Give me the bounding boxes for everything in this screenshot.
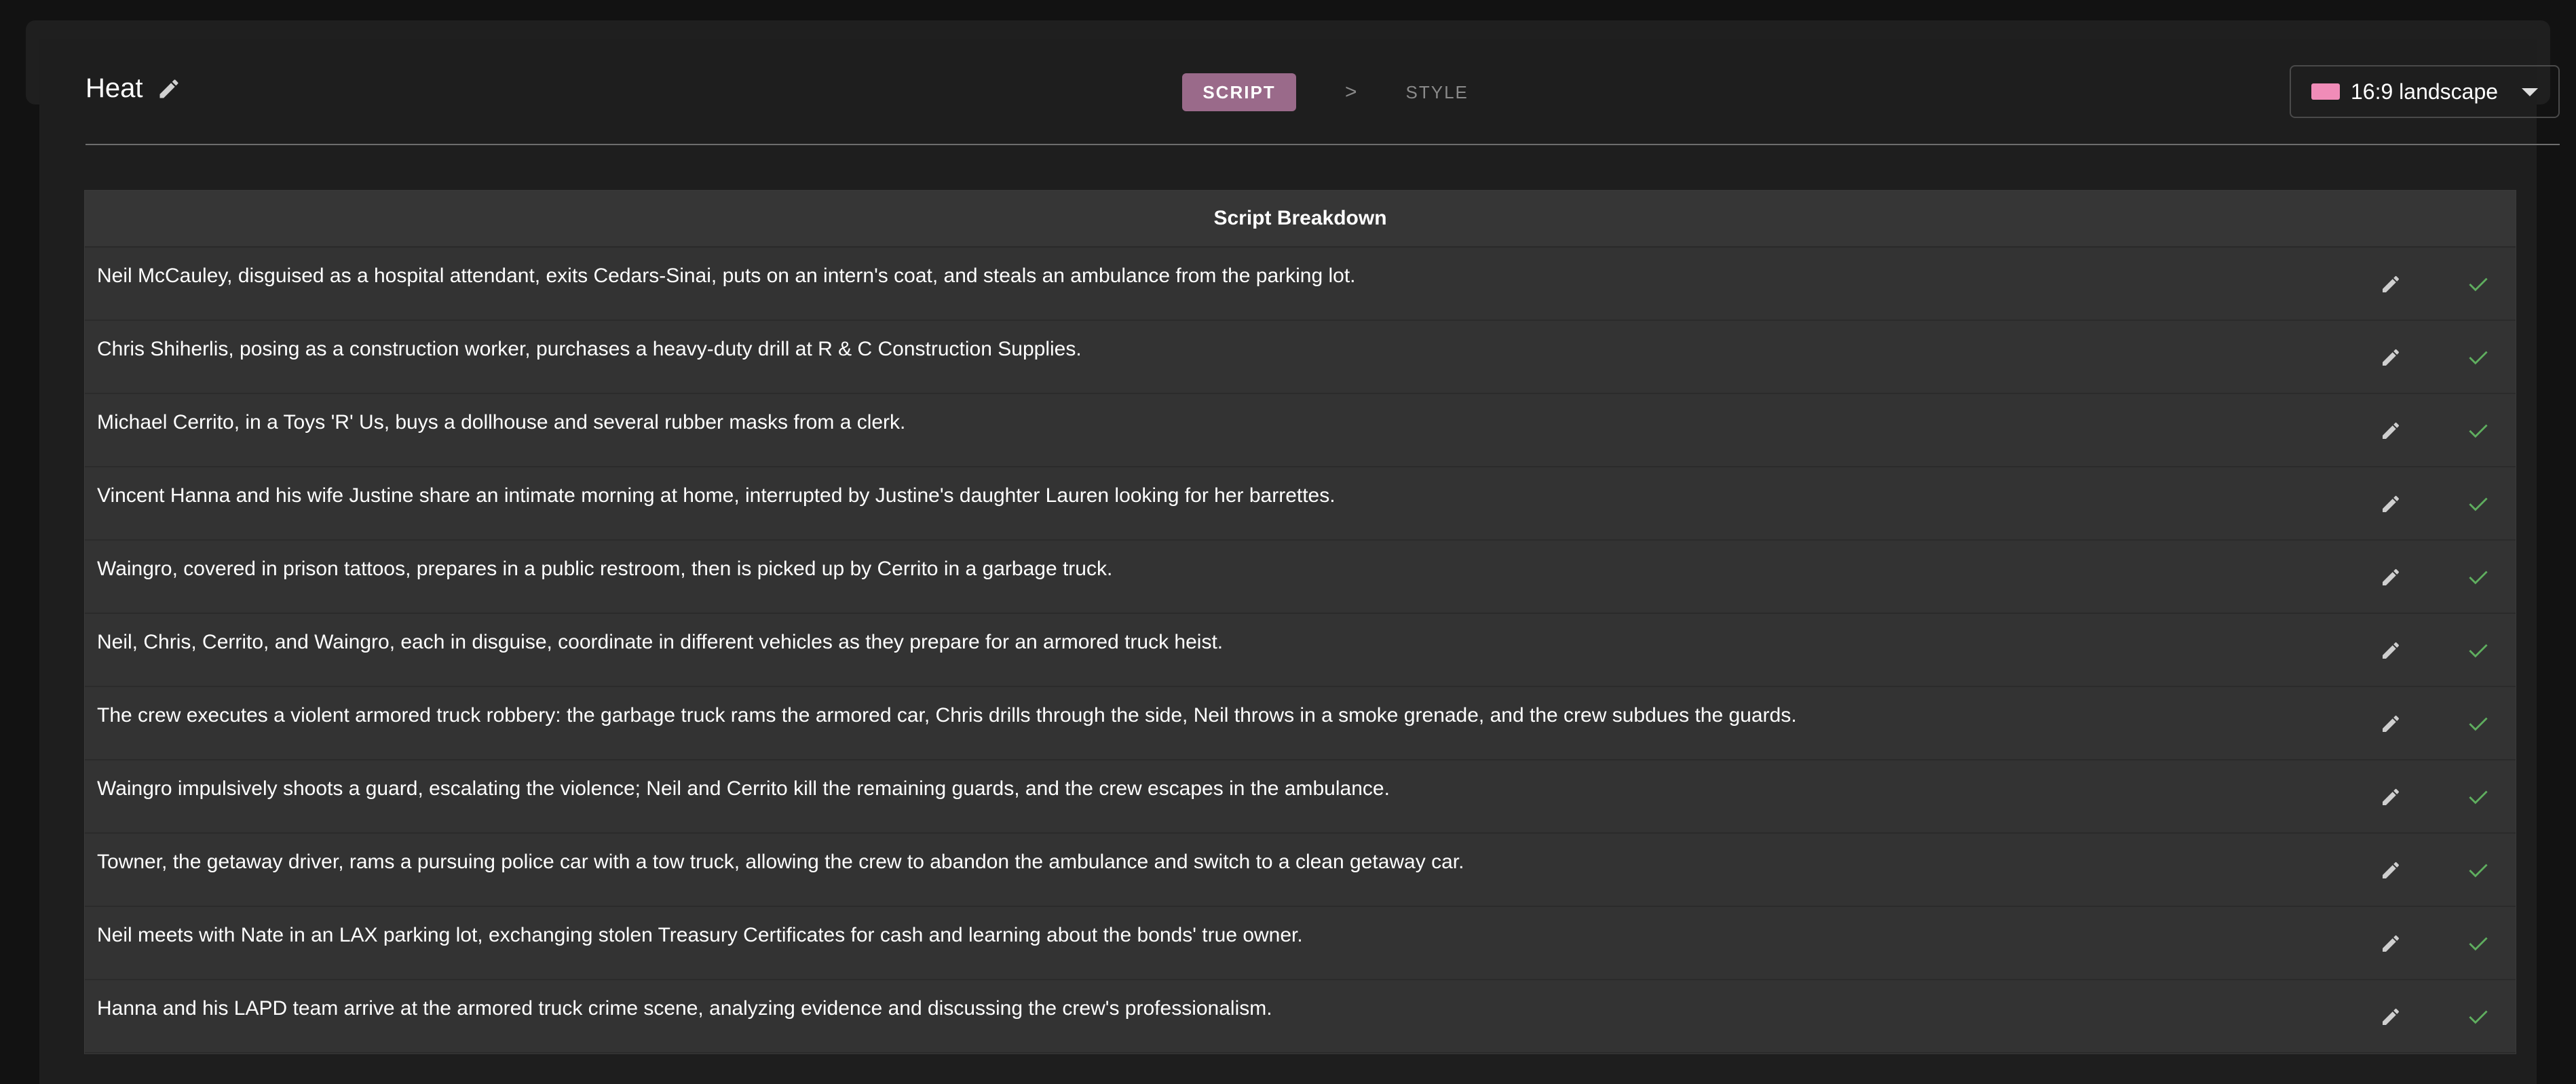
editor-panel: Heat SCRIPT > STYLE 16:9 landscape Scrip… [39,39,2560,1084]
step-indicator: SCRIPT > STYLE [1182,73,1469,111]
table-rows: Neil McCauley, disguised as a hospital a… [85,248,2516,1053]
table-row: Chris Shiherlis, posing as a constructio… [85,321,2516,394]
check-icon[interactable] [2467,348,2490,367]
aspect-swatch [2311,83,2340,100]
check-icon[interactable] [2467,714,2490,733]
pencil-icon[interactable] [2380,786,2402,808]
script-breakdown-table: Script Breakdown Neil McCauley, disguise… [84,190,2516,1054]
project-title: Heat [86,73,143,103]
table-row: Waingro, covered in prison tattoos, prep… [85,541,2516,614]
pencil-icon[interactable] [2380,566,2402,588]
check-icon[interactable] [2467,641,2490,660]
table-row: Neil McCauley, disguised as a hospital a… [85,248,2516,321]
table-row: Waingro impulsively shoots a guard, esca… [85,760,2516,834]
check-icon[interactable] [2467,861,2490,880]
step-script[interactable]: SCRIPT [1182,73,1296,111]
table-title: Script Breakdown [85,191,2516,248]
scene-text: Neil, Chris, Cerrito, and Waingro, each … [97,631,1224,653]
scene-text: Waingro, covered in prison tattoos, prep… [97,558,1113,580]
aspect-ratio-select[interactable]: 16:9 landscape [2290,65,2560,118]
scene-text: Hanna and his LAPD team arrive at the ar… [97,997,1272,1020]
scene-text: Neil meets with Nate in an LAX parking l… [97,924,1303,946]
scene-text: Chris Shiherlis, posing as a constructio… [97,338,1082,360]
pencil-icon[interactable] [2380,713,2402,735]
scene-text: The crew executes a violent armored truc… [97,704,1797,727]
pencil-icon[interactable] [2380,859,2402,881]
table-row: Towner, the getaway driver, rams a pursu… [85,834,2516,907]
chevron-down-icon [2522,88,2538,96]
aspect-ratio-label: 16:9 landscape [2351,79,2499,104]
pencil-icon[interactable] [2380,347,2402,368]
scene-text: Towner, the getaway driver, rams a pursu… [97,851,1464,873]
table-row: Neil meets with Nate in an LAX parking l… [85,907,2516,980]
pencil-icon[interactable] [2380,933,2402,954]
table-row: Vincent Hanna and his wife Justine share… [85,467,2516,541]
pencil-icon[interactable] [2380,640,2402,661]
scene-text: Waingro impulsively shoots a guard, esca… [97,777,1390,800]
check-icon[interactable] [2467,934,2490,953]
step-separator: > [1345,81,1357,103]
check-icon[interactable] [2467,568,2490,587]
check-icon[interactable] [2467,788,2490,807]
pencil-icon[interactable] [2380,493,2402,515]
table-row: Neil, Chris, Cerrito, and Waingro, each … [85,614,2516,687]
check-icon[interactable] [2467,421,2490,440]
scene-text: Neil McCauley, disguised as a hospital a… [97,265,1356,287]
check-icon[interactable] [2467,275,2490,294]
pencil-icon[interactable] [157,77,181,101]
scene-text: Michael Cerrito, in a Toys 'R' Us, buys … [97,411,906,433]
table-row: The crew executes a violent armored truc… [85,687,2516,760]
title-group: Heat [86,73,181,104]
table-row: Michael Cerrito, in a Toys 'R' Us, buys … [85,394,2516,467]
pencil-icon[interactable] [2380,420,2402,442]
header-divider [86,144,2560,145]
table-row: Hanna and his LAPD team arrive at the ar… [85,980,2516,1053]
pencil-icon[interactable] [2380,273,2402,295]
header: Heat SCRIPT > STYLE 16:9 landscape [62,39,2560,145]
check-icon[interactable] [2467,495,2490,514]
check-icon[interactable] [2467,1007,2490,1026]
step-style[interactable]: STYLE [1406,82,1469,103]
scene-text: Vincent Hanna and his wife Justine share… [97,484,1336,507]
pencil-icon[interactable] [2380,1006,2402,1028]
